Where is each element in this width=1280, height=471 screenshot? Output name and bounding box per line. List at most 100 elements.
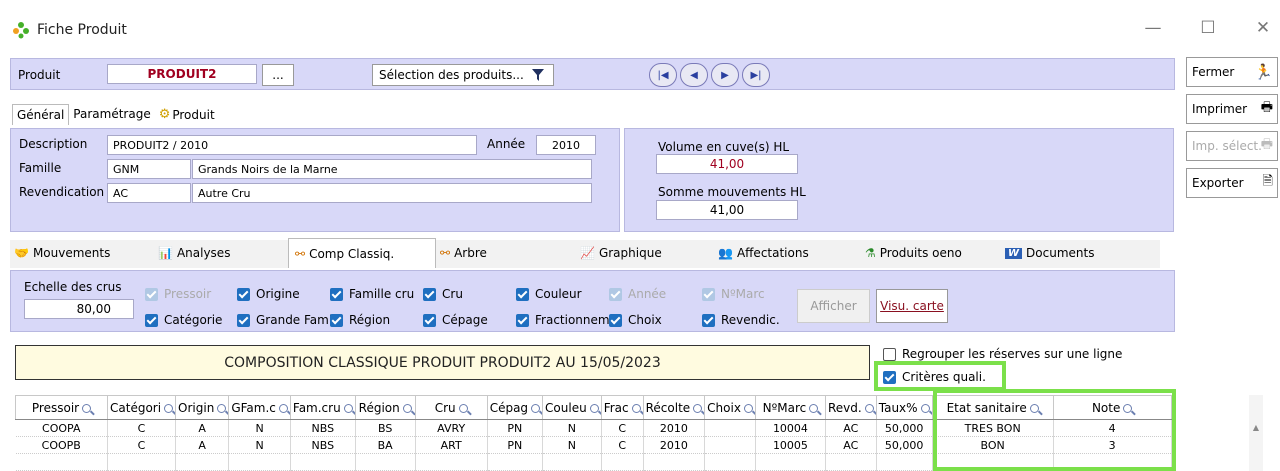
- search-icon[interactable]: [864, 403, 874, 413]
- search-icon[interactable]: [343, 403, 353, 413]
- column-header[interactable]: Cru: [414, 395, 488, 420]
- close-button[interactable]: ✕: [1253, 18, 1273, 38]
- imprimer-button[interactable]: Imprimer 🖶: [1186, 94, 1278, 124]
- column-header[interactable]: GFam.c: [228, 395, 291, 420]
- exporter-button[interactable]: Exporter 🗎: [1186, 168, 1278, 198]
- produit-lookup-button[interactable]: ...: [262, 64, 294, 86]
- cb-annee[interactable]: Année: [609, 287, 666, 301]
- cb-famille-cru[interactable]: Famille cru: [330, 287, 414, 301]
- scroll-up-icon[interactable]: ▲: [1249, 423, 1263, 432]
- tab-graphique[interactable]: 📈 Graphique: [580, 246, 662, 260]
- revendication-code-field[interactable]: AC: [107, 183, 191, 203]
- app-logo-icon: [13, 22, 29, 39]
- first-record-button[interactable]: |◀: [649, 63, 677, 87]
- fermer-button[interactable]: Fermer 🏃: [1186, 57, 1278, 87]
- column-header[interactable]: Choix: [704, 395, 756, 420]
- cb-criteres-quali[interactable]: Critères quali.: [883, 370, 986, 384]
- column-header[interactable]: Origin: [175, 395, 230, 420]
- annee-label: Année: [487, 137, 526, 151]
- table-cell: AC: [825, 419, 877, 437]
- column-header[interactable]: Couleu: [542, 395, 602, 420]
- cb-regrouper[interactable]: Regrouper les réserves sur une ligne: [883, 347, 1122, 361]
- tab-general[interactable]: Général: [12, 104, 70, 125]
- column-header[interactable]: Récolte: [642, 395, 706, 420]
- annee-field[interactable]: 2010: [536, 135, 596, 155]
- famille-code-field[interactable]: GNM: [107, 159, 191, 179]
- visu-carte-button[interactable]: Visu. carte: [876, 289, 948, 323]
- table-cell: 50,000: [876, 419, 933, 437]
- next-record-button[interactable]: ▶: [711, 63, 739, 87]
- checkbox-icon: [702, 313, 715, 327]
- tab-analyses[interactable]: 📊 Analyses: [158, 246, 230, 260]
- tab-produits-oeno[interactable]: ⚗ Produits oeno: [865, 246, 962, 260]
- table-cell: 2010: [643, 436, 706, 454]
- cb-origine[interactable]: Origine: [237, 287, 300, 301]
- tab-parametrage[interactable]: Paramétrage: [69, 104, 154, 125]
- tab-comp-classiq[interactable]: ⚯ Comp Classiq.: [288, 238, 436, 268]
- cb-cru[interactable]: Cru: [423, 287, 463, 301]
- search-icon[interactable]: [631, 403, 641, 413]
- cb-categorie[interactable]: Catégorie: [145, 313, 222, 327]
- search-icon[interactable]: [402, 403, 412, 413]
- produit-field[interactable]: PRODUIT2: [107, 64, 257, 84]
- cb-pressoir-label: Pressoir: [164, 287, 212, 301]
- cb-nmarc[interactable]: NºMarc: [702, 287, 765, 301]
- table-cell: [755, 453, 826, 471]
- vertical-scrollbar[interactable]: ▲: [1249, 395, 1263, 471]
- selection-produits-button[interactable]: Sélection des produits...: [372, 64, 554, 86]
- table-cell: [704, 419, 756, 437]
- cb-pressoir[interactable]: Pressoir: [145, 287, 211, 301]
- checkbox-icon: [516, 287, 529, 301]
- last-record-button[interactable]: ▶|: [742, 63, 770, 87]
- cb-grande-famille[interactable]: Grande Fami: [237, 313, 332, 327]
- table-cell: [355, 453, 416, 471]
- echelle-field[interactable]: 80,00: [24, 299, 134, 319]
- tab-arbre-label: Arbre: [454, 246, 487, 260]
- column-header[interactable]: Taux%: [875, 395, 933, 420]
- imp-select-button[interactable]: Imp. sélect. 🖶: [1186, 131, 1278, 161]
- table-cell: [825, 453, 877, 471]
- tab-produit[interactable]: ⚙ Produit: [155, 104, 219, 125]
- cb-region[interactable]: Région: [330, 313, 390, 327]
- search-icon[interactable]: [920, 403, 930, 413]
- description-field[interactable]: PRODUIT2 / 2010: [107, 135, 477, 155]
- column-header[interactable]: Frac: [600, 395, 644, 420]
- column-header[interactable]: Cépag: [486, 395, 544, 420]
- tab-arbre[interactable]: ⚯ Arbre: [440, 246, 487, 260]
- window-title: Fiche Produit: [37, 22, 127, 38]
- cb-revendic[interactable]: Revendic.: [702, 313, 780, 327]
- cb-choix[interactable]: Choix: [609, 313, 662, 327]
- search-icon[interactable]: [743, 403, 753, 413]
- search-icon[interactable]: [693, 403, 703, 413]
- column-header[interactable]: Revd.: [824, 395, 877, 420]
- search-icon[interactable]: [164, 403, 174, 413]
- minimize-button[interactable]: —: [1143, 18, 1163, 38]
- afficher-button[interactable]: Afficher: [797, 289, 870, 323]
- checkbox-icon: [145, 287, 158, 301]
- table-cell: AVRY: [415, 419, 488, 437]
- search-icon[interactable]: [278, 403, 288, 413]
- cb-fractionnement[interactable]: Fractionnem: [516, 313, 610, 327]
- tab-affectations[interactable]: 👥 Affectations: [718, 246, 809, 260]
- column-header[interactable]: Fam.cru: [289, 395, 356, 420]
- previous-record-button[interactable]: ◀: [680, 63, 708, 87]
- search-icon[interactable]: [809, 403, 819, 413]
- table-cell: 10004: [755, 419, 826, 437]
- tab-mouvements[interactable]: 🤝 Mouvements: [14, 246, 110, 260]
- column-header[interactable]: Pressoir: [15, 395, 108, 420]
- table-cell: COOPB: [15, 436, 108, 454]
- search-icon[interactable]: [589, 403, 599, 413]
- tab-produits-oeno-label: Produits oeno: [879, 246, 962, 260]
- tab-produit-label: Produit: [172, 107, 215, 122]
- cb-couleur[interactable]: Couleur: [516, 287, 582, 301]
- column-header[interactable]: Région: [354, 395, 416, 420]
- search-icon[interactable]: [458, 403, 468, 413]
- search-icon[interactable]: [531, 403, 541, 413]
- search-icon[interactable]: [82, 403, 92, 413]
- search-icon[interactable]: [217, 403, 227, 413]
- maximize-button[interactable]: ☐: [1198, 18, 1218, 38]
- tab-documents[interactable]: W Documents: [1005, 246, 1094, 260]
- cb-cepage[interactable]: Cépage: [423, 313, 488, 327]
- column-header[interactable]: Catégori: [106, 395, 177, 420]
- column-header[interactable]: NºMarc: [754, 395, 826, 420]
